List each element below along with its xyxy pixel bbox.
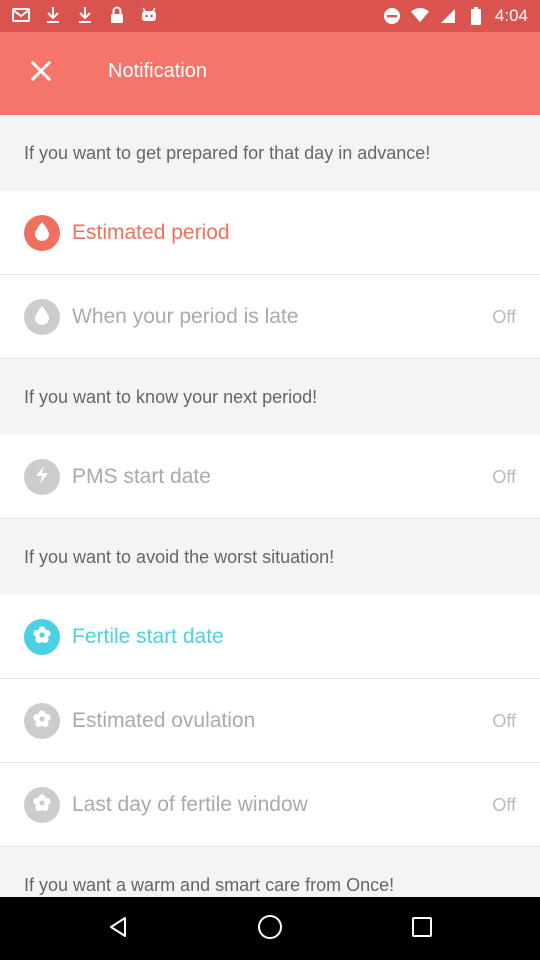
home-button[interactable] bbox=[254, 913, 286, 945]
download-icon bbox=[44, 6, 62, 24]
wifi-icon bbox=[410, 7, 429, 25]
close-button[interactable] bbox=[20, 52, 62, 94]
row-fertile-start-date[interactable]: Fertile start date bbox=[0, 595, 540, 679]
row-last-day-fertile-window[interactable]: Last day of fertile window Off bbox=[0, 763, 540, 847]
row-status[interactable]: Off bbox=[492, 763, 516, 847]
icon-circle bbox=[24, 299, 60, 335]
drop-icon bbox=[34, 305, 50, 330]
status-left-icons bbox=[12, 6, 158, 24]
flower-icon bbox=[32, 709, 52, 734]
lightning-icon bbox=[34, 465, 50, 490]
download-icon bbox=[76, 6, 94, 24]
mail-icon bbox=[12, 6, 30, 24]
row-estimated-ovulation[interactable]: Estimated ovulation Off bbox=[0, 679, 540, 763]
back-button[interactable] bbox=[102, 913, 134, 945]
notification-list: If you want to get prepared for that day… bbox=[0, 115, 540, 897]
drop-icon bbox=[34, 221, 50, 246]
home-icon bbox=[257, 914, 283, 945]
row-status[interactable]: Off bbox=[492, 275, 516, 359]
status-right: 4:04 bbox=[383, 6, 528, 26]
row-label: PMS start date bbox=[72, 465, 211, 488]
minus-circle-icon bbox=[383, 7, 401, 25]
icon-circle bbox=[24, 787, 60, 823]
back-icon bbox=[106, 915, 130, 944]
status-bar: 4:04 bbox=[0, 0, 540, 32]
section-header: If you want to get prepared for that day… bbox=[0, 115, 540, 191]
section-header: If you want to avoid the worst situation… bbox=[0, 519, 540, 595]
app-bar: Notification bbox=[0, 32, 540, 115]
status-time: 4:04 bbox=[494, 6, 528, 25]
robot-icon bbox=[140, 6, 158, 24]
navigation-bar bbox=[0, 897, 540, 960]
section-header: If you want to know your next period! bbox=[0, 359, 540, 435]
close-icon bbox=[30, 60, 52, 87]
row-label: When your period is late bbox=[72, 305, 299, 328]
flower-icon bbox=[32, 793, 52, 818]
row-pms-start-date[interactable]: PMS start date Off bbox=[0, 435, 540, 519]
row-label: Last day of fertile window bbox=[72, 793, 308, 816]
lock-icon bbox=[108, 6, 126, 24]
row-period-late[interactable]: When your period is late Off bbox=[0, 275, 540, 359]
row-label: Estimated ovulation bbox=[72, 709, 256, 732]
row-label: Fertile start date bbox=[72, 625, 224, 648]
recents-icon bbox=[411, 916, 433, 943]
icon-circle bbox=[24, 703, 60, 739]
row-status[interactable]: Off bbox=[492, 435, 516, 519]
flower-icon bbox=[32, 625, 52, 650]
page-title: Notification bbox=[108, 60, 207, 82]
row-estimated-period[interactable]: Estimated period bbox=[0, 191, 540, 275]
recents-button[interactable] bbox=[406, 913, 438, 945]
section-header: If you want a warm and smart care from O… bbox=[0, 847, 540, 897]
icon-circle bbox=[24, 619, 60, 655]
icon-circle bbox=[24, 215, 60, 251]
battery-icon bbox=[467, 7, 485, 25]
row-status[interactable]: Off bbox=[492, 679, 516, 763]
icon-circle bbox=[24, 459, 60, 495]
signal-icon bbox=[439, 7, 457, 25]
row-label: Estimated period bbox=[72, 221, 230, 244]
